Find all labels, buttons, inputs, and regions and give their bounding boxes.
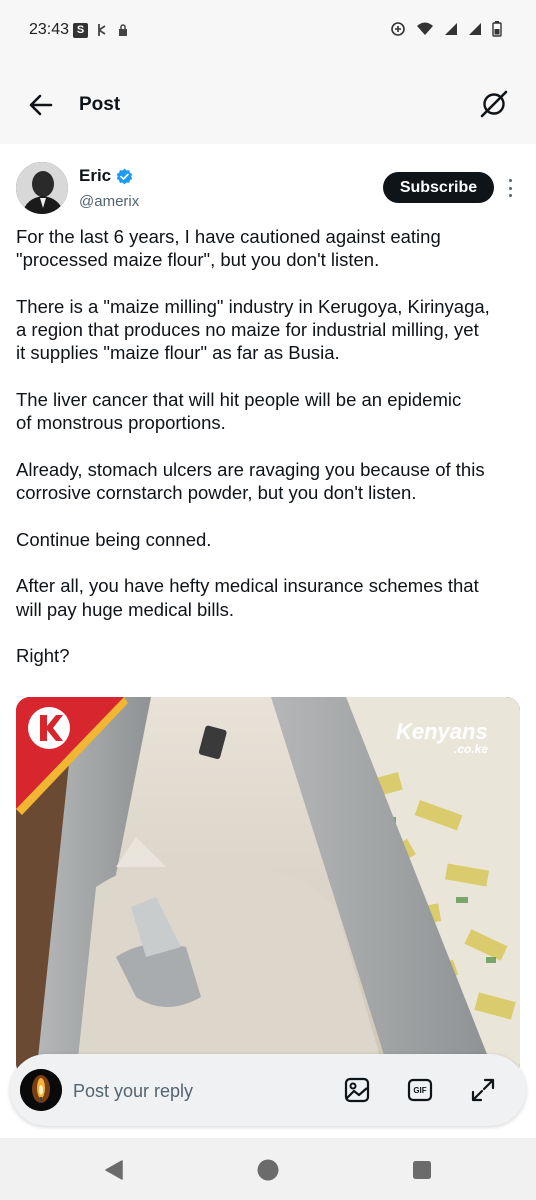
media-watermark: Kenyans [396,719,488,744]
status-right-icons [390,21,502,37]
battery-icon [492,21,502,37]
post-header: Post [0,64,536,144]
subscribe-button[interactable]: Subscribe [383,172,494,203]
expand-composer-button[interactable] [469,1076,497,1104]
nav-back-button[interactable] [102,1158,126,1182]
triangle-back-icon [105,1160,123,1180]
author-handle[interactable]: @amerix [79,193,139,210]
back-button[interactable] [26,90,56,120]
media-photo: Kenyans .co.ke [16,697,520,1077]
gif-label: GIF [413,1085,427,1095]
circle-home-icon [257,1159,279,1181]
tweet-paragraph: There is a "maize milling" industry in K… [16,295,490,364]
tweet-paragraph: After all, you have hefty medical insura… [16,575,479,620]
page-title: Post [79,94,121,115]
nav-recents-button[interactable] [410,1158,434,1182]
square-recents-icon [413,1161,431,1179]
tweet-paragraph: Continue being conned. [16,528,212,550]
more-dot [508,179,512,182]
grok-button[interactable] [478,88,510,120]
add-image-button[interactable] [343,1076,371,1104]
status-bar: 23:43 S [0,0,536,64]
tweet-text: For the last 6 years, I have cautioned a… [16,225,526,691]
system-navigation-bar [0,1138,536,1200]
expand-icon [471,1078,495,1102]
more-options-button[interactable] [502,177,518,199]
tweet-media-image[interactable]: Kenyans .co.ke [16,697,520,1077]
nav-home-button[interactable] [256,1158,280,1182]
status-time: 23:43 [29,21,70,38]
usb-icon [98,24,106,36]
data-saver-icon [391,22,405,36]
status-left-icons: S [73,22,128,38]
wifi-icon [417,22,433,35]
candle-avatar-image [20,1069,62,1111]
s-app-icon: S [73,22,88,38]
lock-icon [119,24,127,36]
author-name-row[interactable]: Eric [79,166,133,186]
avatar-image [16,162,68,214]
arrow-left-icon [29,94,53,116]
add-gif-button[interactable]: GIF [406,1076,434,1104]
reply-input[interactable]: Post your reply [73,1081,193,1102]
tweet-paragraph: The liver cancer that will hit people wi… [16,389,462,434]
image-icon [344,1077,370,1103]
signal-icon [469,23,481,35]
author-name[interactable]: Eric [79,166,111,186]
grok-icon [480,90,508,118]
reply-composer[interactable]: Post your reply GIF [10,1054,526,1126]
user-avatar[interactable] [20,1069,62,1111]
tweet-paragraph: For the last 6 years, I have cautioned a… [16,226,441,271]
tweet-paragraph: Right? [16,645,70,667]
more-dot [508,194,512,197]
verified-badge-icon [116,168,133,184]
signal-icon [445,23,457,35]
tweet-paragraph: Already, stomach ulcers are ravaging you… [16,458,485,504]
more-dot [508,186,512,190]
media-watermark-domain: .co.ke [454,742,488,756]
avatar[interactable] [16,162,68,214]
